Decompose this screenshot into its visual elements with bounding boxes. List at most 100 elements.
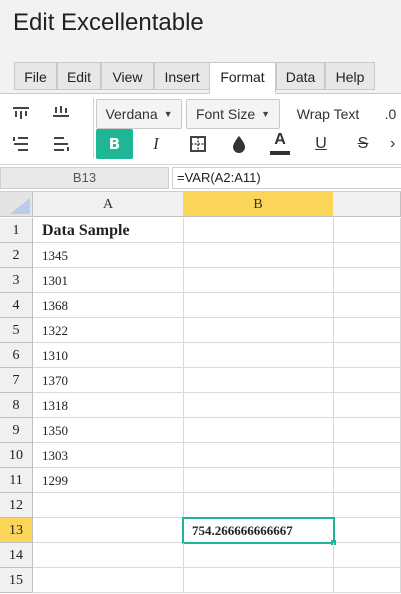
wrap-text-button[interactable]: Wrap Text bbox=[290, 99, 366, 129]
cell-c3[interactable] bbox=[333, 268, 401, 293]
cell-c8[interactable] bbox=[333, 393, 401, 418]
cell-a6[interactable]: 1310 bbox=[33, 343, 184, 368]
cell-c1[interactable] bbox=[333, 218, 401, 243]
cell-a4[interactable]: 1368 bbox=[33, 293, 184, 318]
underline-button[interactable]: U bbox=[308, 129, 334, 159]
row-header-7[interactable]: 7 bbox=[0, 368, 33, 393]
formula-input[interactable]: =VAR(A2:A11) bbox=[172, 167, 401, 189]
title-bar: Edit Excellentable bbox=[0, 0, 401, 60]
cell-a5[interactable]: 1322 bbox=[33, 318, 184, 343]
row-header-10[interactable]: 10 bbox=[0, 443, 33, 468]
fill-color-icon[interactable] bbox=[226, 130, 252, 158]
column-header-c[interactable] bbox=[333, 192, 401, 217]
toolbar-divider bbox=[93, 98, 94, 158]
cell-a1[interactable]: Data Sample bbox=[33, 218, 184, 243]
chevron-down-icon: ▼ bbox=[261, 109, 271, 119]
row-header-9[interactable]: 9 bbox=[0, 418, 33, 443]
cell-a10[interactable]: 1303 bbox=[33, 443, 184, 468]
tab-edit[interactable]: Edit bbox=[57, 62, 101, 90]
select-all-triangle-icon bbox=[10, 198, 30, 214]
row-header-1[interactable]: 1 bbox=[0, 218, 33, 243]
cell-a7[interactable]: 1370 bbox=[33, 368, 184, 393]
cell-b11[interactable] bbox=[183, 468, 334, 493]
row-header-15[interactable]: 15 bbox=[0, 568, 33, 593]
font-family-value: Verdana bbox=[105, 106, 158, 122]
bold-button[interactable]: B bbox=[96, 129, 133, 159]
cell-b3[interactable] bbox=[183, 268, 334, 293]
cell-a14[interactable] bbox=[33, 543, 184, 568]
cell-a15[interactable] bbox=[33, 568, 184, 593]
borders-icon[interactable] bbox=[185, 130, 211, 158]
tab-view[interactable]: View bbox=[101, 62, 154, 90]
align-right-indent-icon[interactable] bbox=[50, 134, 72, 154]
row-header-8[interactable]: 8 bbox=[0, 393, 33, 418]
cell-b6[interactable] bbox=[183, 343, 334, 368]
cell-a11[interactable]: 1299 bbox=[33, 468, 184, 493]
row-header-2[interactable]: 2 bbox=[0, 243, 33, 268]
more-tools-button[interactable]: › bbox=[390, 129, 401, 159]
cell-a8[interactable]: 1318 bbox=[33, 393, 184, 418]
cell-a12[interactable] bbox=[33, 493, 184, 518]
font-family-select[interactable]: Verdana ▼ bbox=[96, 99, 182, 129]
row-header-4[interactable]: 4 bbox=[0, 293, 33, 318]
cell-c10[interactable] bbox=[333, 443, 401, 468]
cell-c12[interactable] bbox=[333, 493, 401, 518]
cell-b9[interactable] bbox=[183, 418, 334, 443]
column-header-b[interactable]: B bbox=[183, 192, 334, 217]
cell-b10[interactable] bbox=[183, 443, 334, 468]
cell-b14[interactable] bbox=[183, 543, 334, 568]
cell-a3[interactable]: 1301 bbox=[33, 268, 184, 293]
text-color-icon[interactable]: A bbox=[266, 128, 294, 158]
cell-b1[interactable] bbox=[183, 218, 334, 243]
italic-button[interactable]: I bbox=[141, 129, 171, 159]
cell-a13[interactable] bbox=[33, 518, 184, 543]
cell-b15[interactable] bbox=[183, 568, 334, 593]
chevron-down-icon: ▼ bbox=[163, 109, 173, 119]
align-left-indent-icon[interactable] bbox=[10, 134, 32, 154]
align-middle-icon[interactable] bbox=[50, 103, 72, 123]
cell-b12[interactable] bbox=[183, 493, 334, 518]
cell-c11[interactable] bbox=[333, 468, 401, 493]
row-header-5[interactable]: 5 bbox=[0, 318, 33, 343]
select-all-corner[interactable] bbox=[0, 192, 33, 217]
cell-c5[interactable] bbox=[333, 318, 401, 343]
row-header-13[interactable]: 13 bbox=[0, 518, 33, 543]
row-header-12[interactable]: 12 bbox=[0, 493, 33, 518]
cell-a2[interactable]: 1345 bbox=[33, 243, 184, 268]
cell-b13[interactable]: 754.266666666667 bbox=[183, 518, 334, 543]
cell-c4[interactable] bbox=[333, 293, 401, 318]
tab-insert[interactable]: Insert bbox=[154, 62, 210, 90]
tab-help[interactable]: Help bbox=[325, 62, 375, 90]
cell-c15[interactable] bbox=[333, 568, 401, 593]
row-header-14[interactable]: 14 bbox=[0, 543, 33, 568]
cell-c14[interactable] bbox=[333, 543, 401, 568]
cell-c6[interactable] bbox=[333, 343, 401, 368]
cell-b5[interactable] bbox=[183, 318, 334, 343]
font-size-select[interactable]: Font Size ▼ bbox=[186, 99, 280, 129]
strikethrough-button[interactable]: S bbox=[350, 129, 376, 159]
cell-b2[interactable] bbox=[183, 243, 334, 268]
tab-format[interactable]: Format bbox=[209, 62, 276, 94]
spreadsheet-grid[interactable]: A B 1 Data Sample 2 1345 3 1301 4 1368 5 1322 6 131… bbox=[0, 192, 401, 594]
row-header-11[interactable]: 11 bbox=[0, 468, 33, 493]
column-header-a[interactable]: A bbox=[33, 192, 184, 217]
cell-c2[interactable] bbox=[333, 243, 401, 268]
tab-file[interactable]: File bbox=[14, 62, 57, 90]
cell-reference-box[interactable]: B13 bbox=[0, 167, 169, 189]
decimal-button[interactable]: .0 bbox=[380, 99, 401, 129]
format-toolbar: Verdana ▼ Font Size ▼ Wrap Text .0 B I A U… bbox=[0, 94, 401, 165]
cell-b8[interactable] bbox=[183, 393, 334, 418]
font-size-value: Font Size bbox=[195, 106, 256, 122]
text-color-swatch bbox=[270, 151, 290, 155]
align-top-icon[interactable] bbox=[10, 103, 32, 123]
formula-bar: B13 =VAR(A2:A11) bbox=[0, 165, 401, 192]
tab-data[interactable]: Data bbox=[276, 62, 325, 90]
cell-a9[interactable]: 1350 bbox=[33, 418, 184, 443]
row-header-3[interactable]: 3 bbox=[0, 268, 33, 293]
cell-b7[interactable] bbox=[183, 368, 334, 393]
cell-b4[interactable] bbox=[183, 293, 334, 318]
cell-c9[interactable] bbox=[333, 418, 401, 443]
row-header-6[interactable]: 6 bbox=[0, 343, 33, 368]
cell-c7[interactable] bbox=[333, 368, 401, 393]
cell-c13[interactable] bbox=[333, 518, 401, 543]
